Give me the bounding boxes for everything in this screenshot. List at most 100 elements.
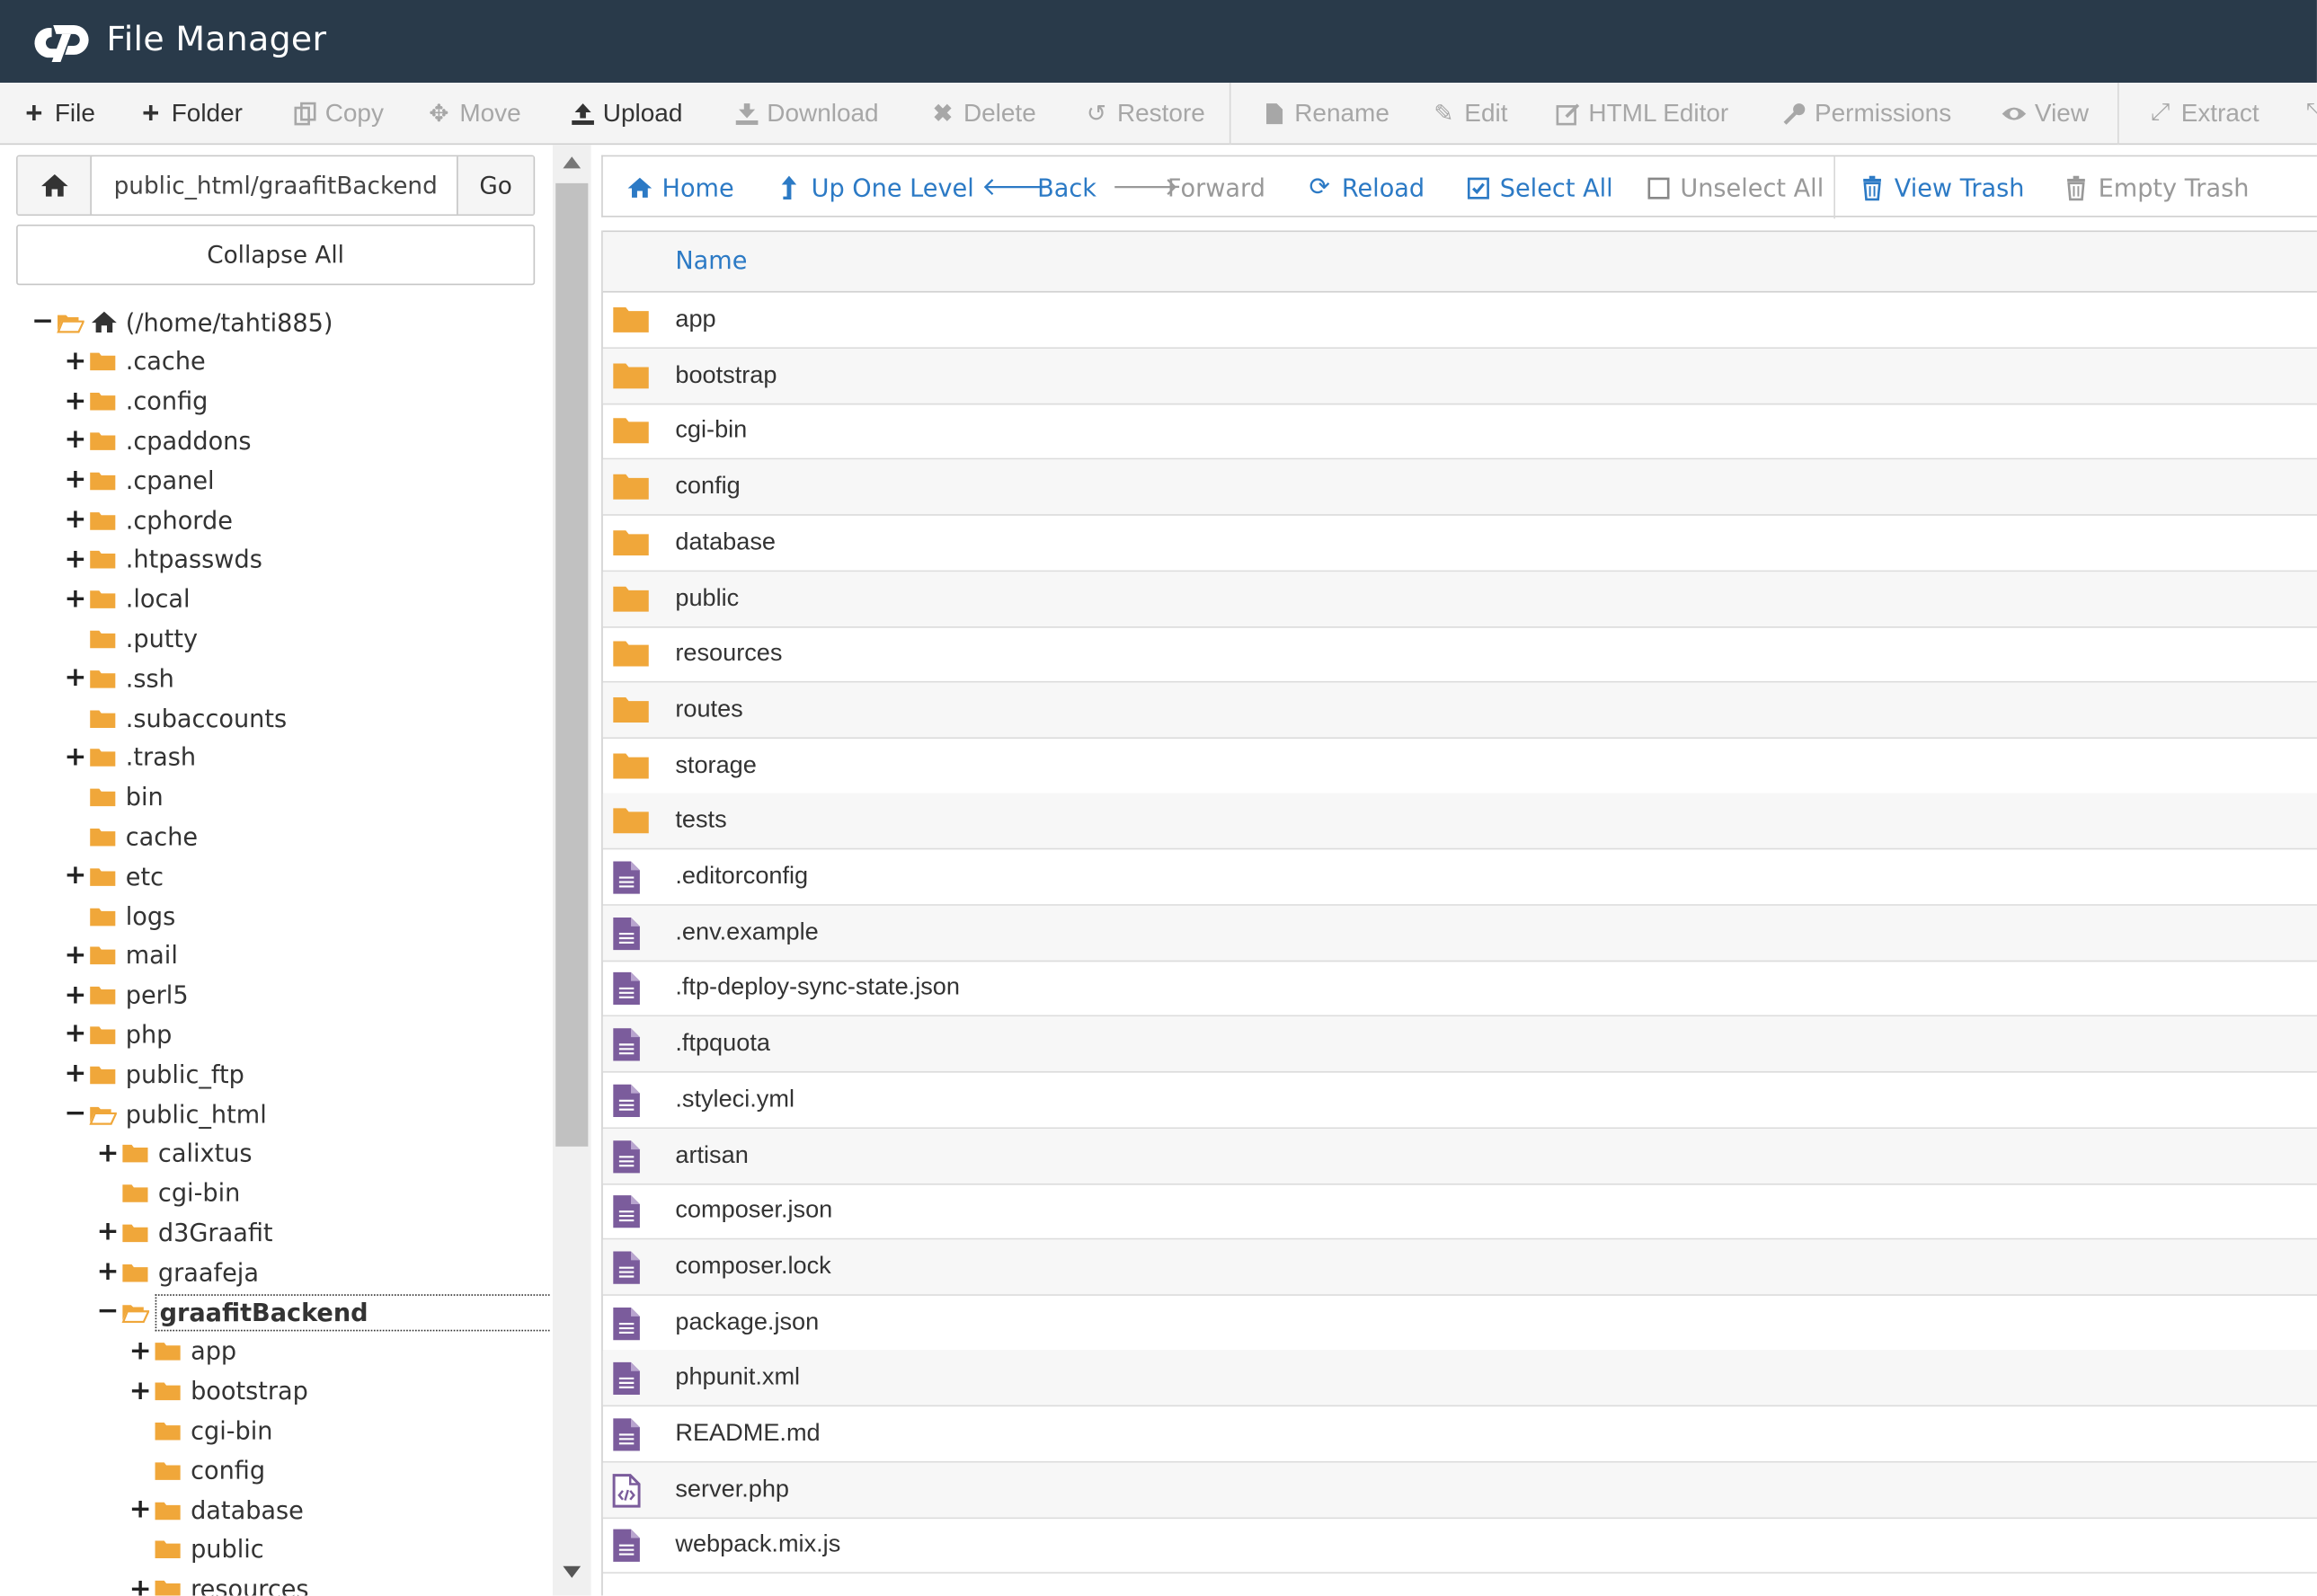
tree-item[interactable]: .subaccounts (65, 699, 289, 738)
tree-item[interactable]: + mail (64, 936, 181, 975)
table-row[interactable]: public (602, 571, 2317, 627)
reload-button[interactable]: ⟳ Reload (1306, 156, 1425, 218)
name-column-header[interactable]: Name (675, 247, 747, 275)
collapse-toggle-icon[interactable]: − (31, 308, 54, 336)
html-editor-button[interactable]: HTML Editor (1555, 83, 1728, 145)
rename-button[interactable]: Rename (1260, 83, 1389, 145)
table-row[interactable]: resources (602, 626, 2317, 683)
expand-toggle-icon[interactable]: + (64, 1021, 86, 1049)
select-all-button[interactable]: Select All (1464, 156, 1613, 218)
table-row[interactable]: config (602, 459, 2317, 516)
expand-toggle-icon[interactable]: + (97, 1219, 120, 1246)
tree-item[interactable]: + .cpanel (64, 461, 217, 500)
tree-item[interactable]: + bootstrap (129, 1372, 312, 1411)
expand-toggle-icon[interactable]: + (64, 863, 86, 890)
table-row[interactable]: .ftp-deploy-sync-state.json (602, 961, 2317, 1017)
expand-toggle-icon[interactable]: + (64, 585, 86, 613)
new-file-button[interactable]: + File (21, 83, 95, 145)
tree-item[interactable]: bin (65, 778, 166, 817)
tree-item[interactable]: cgi-bin (98, 1174, 244, 1212)
tree-item[interactable]: + .local (64, 580, 193, 618)
back-button[interactable]: 🡐 Back (981, 156, 1096, 218)
collapse-toggle-icon[interactable]: − (97, 1298, 120, 1326)
tree-item[interactable]: + .ssh (64, 660, 177, 698)
tree-item[interactable]: + .htpasswds (64, 540, 265, 579)
tree-item[interactable]: cgi-bin (130, 1412, 276, 1450)
expand-toggle-icon[interactable]: + (64, 981, 86, 1009)
move-button[interactable]: ✥ Move (426, 83, 520, 145)
table-row[interactable]: routes (602, 682, 2317, 739)
expand-toggle-icon[interactable]: + (64, 1060, 86, 1088)
tree-item[interactable]: − public_html (64, 1095, 270, 1133)
table-row[interactable]: .editorconfig (602, 849, 2317, 906)
tree-item[interactable]: config (130, 1451, 269, 1490)
tree-item[interactable]: + .cache (64, 342, 209, 381)
tree-item[interactable]: public (130, 1530, 267, 1569)
tree-item[interactable]: + calixtus (97, 1134, 255, 1173)
tree-item[interactable]: + app (129, 1333, 240, 1371)
view-trash-button[interactable]: View Trash (1859, 156, 2024, 218)
table-row[interactable]: storage (602, 738, 2317, 794)
unselect-all-button[interactable]: Unselect All (1645, 156, 1824, 218)
scroll-down-arrow-icon[interactable] (563, 1565, 581, 1578)
table-row[interactable]: bootstrap (602, 348, 2317, 404)
edit-button[interactable]: ✎ Edit (1430, 83, 1507, 145)
download-button[interactable]: Download (732, 83, 879, 145)
tree-item[interactable]: + perl5 (64, 976, 191, 1015)
upload-button[interactable]: Upload (569, 83, 682, 145)
tree-item[interactable]: + .config (64, 382, 210, 421)
go-button[interactable]: Go (457, 156, 534, 215)
expand-toggle-icon[interactable]: + (64, 743, 86, 771)
table-row[interactable]: webpack.mix.js (602, 1518, 2317, 1574)
expand-toggle-icon[interactable]: + (129, 1575, 152, 1596)
table-row[interactable]: database (602, 515, 2317, 572)
tree-item[interactable]: + resources (129, 1570, 312, 1596)
path-input[interactable] (93, 156, 457, 215)
path-home-button[interactable] (17, 156, 92, 215)
permissions-button[interactable]: Permissions (1780, 83, 1951, 145)
tree-item[interactable]: cache (65, 818, 200, 856)
tree-item[interactable]: + public_ftp (64, 1055, 247, 1094)
nav-home-button[interactable]: Home (626, 156, 734, 218)
table-row[interactable]: composer.lock (602, 1239, 2317, 1296)
collapse-toggle-icon[interactable]: − (64, 1100, 86, 1128)
table-row[interactable]: cgi-bin (602, 403, 2317, 460)
copy-button[interactable]: Copy (291, 83, 384, 145)
expand-toggle-icon[interactable]: + (64, 387, 86, 415)
collapse-all-button[interactable]: Collapse All (16, 224, 536, 286)
table-row[interactable]: package.json (602, 1295, 2317, 1352)
tree-item[interactable]: + d3Graafit (97, 1213, 276, 1252)
restore-button[interactable]: ↺ Restore (1083, 83, 1205, 145)
table-row[interactable]: .ftpquota (602, 1016, 2317, 1073)
tree-item[interactable]: + .trash (64, 739, 199, 777)
expand-toggle-icon[interactable]: + (64, 664, 86, 692)
tree-item[interactable]: + etc (64, 857, 166, 896)
table-row[interactable]: artisan (602, 1128, 2317, 1184)
table-row[interactable]: tests (602, 794, 2317, 850)
up-one-level-button[interactable]: Up One Level (776, 156, 974, 218)
table-row[interactable]: composer.json (602, 1184, 2317, 1240)
forward-button[interactable]: 🡒 Forward (1112, 156, 1265, 218)
table-row[interactable]: .env.example (602, 905, 2317, 962)
expand-toggle-icon[interactable]: + (129, 1496, 152, 1523)
expand-toggle-icon[interactable]: + (64, 427, 86, 455)
view-button[interactable]: View (2001, 83, 2089, 145)
tree-item[interactable]: + database (129, 1491, 306, 1530)
tree-item[interactable]: + graafeja (97, 1254, 262, 1292)
expand-toggle-icon[interactable]: + (97, 1258, 120, 1286)
pane-scrollbar[interactable] (552, 145, 591, 1596)
expand-toggle-icon[interactable]: + (97, 1139, 120, 1167)
expand-toggle-icon[interactable]: + (129, 1377, 152, 1405)
table-row[interactable]: .styleci.yml (602, 1072, 2317, 1129)
expand-toggle-icon[interactable]: + (64, 545, 86, 573)
tree-item[interactable]: + .cpaddons (64, 421, 253, 460)
tree-item[interactable]: .putty (65, 620, 200, 659)
tree-item[interactable]: − graafitBackend (97, 1293, 550, 1332)
tree-item[interactable]: logs (65, 897, 178, 935)
compress-button[interactable]: ⤡ (2303, 83, 2317, 145)
table-row[interactable]: server.php (602, 1462, 2317, 1519)
expand-toggle-icon[interactable]: + (64, 942, 86, 970)
new-folder-button[interactable]: + Folder (138, 83, 243, 145)
table-row[interactable]: app (602, 293, 2317, 350)
delete-button[interactable]: ✖ Delete (929, 83, 1036, 145)
